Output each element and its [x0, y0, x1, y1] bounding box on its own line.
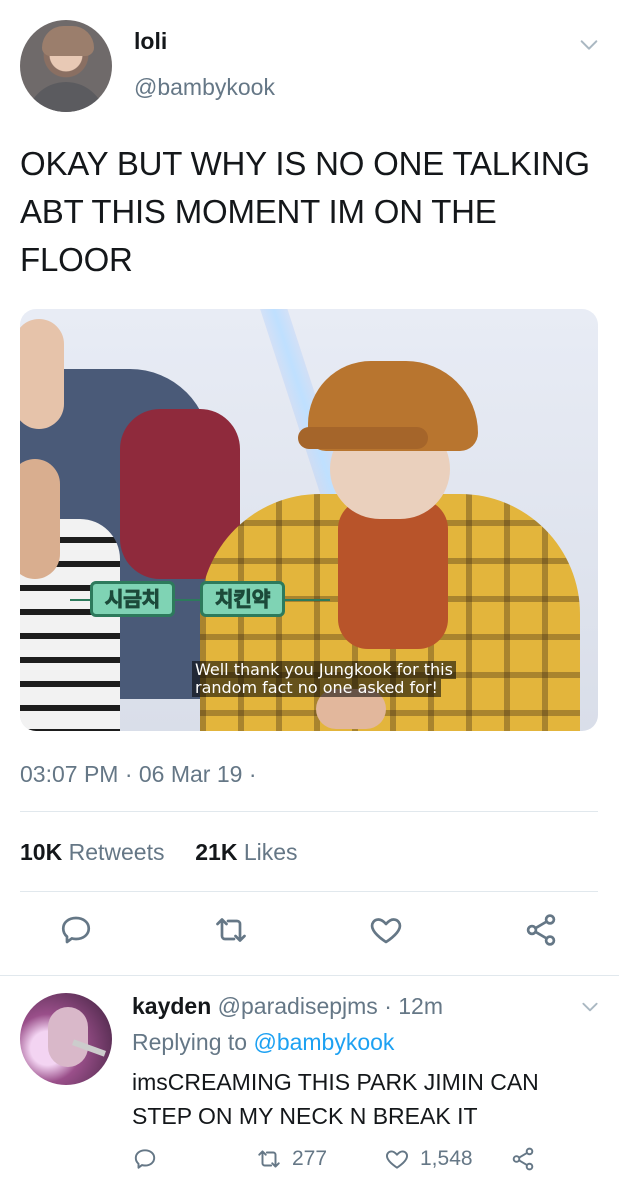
avatar-hair	[42, 26, 94, 56]
background-face	[20, 319, 64, 429]
tweet-stats: 10K Retweets 21K Likes	[20, 839, 298, 866]
likes-stat[interactable]: 21K Likes	[195, 839, 297, 865]
subtitle-line: random fact no one asked for!	[192, 679, 441, 697]
avatar[interactable]	[20, 20, 112, 112]
avatar-shirt	[26, 82, 106, 112]
reply-icon[interactable]	[132, 1144, 168, 1174]
like-button[interactable]: 1,548	[384, 1144, 473, 1174]
avatar[interactable]	[20, 993, 112, 1085]
reply-author-line: kayden @paradisepjms · 12m	[132, 993, 443, 1020]
user-handle[interactable]: @paradisepjms	[218, 993, 378, 1019]
replying-to-link[interactable]: @bambykook	[253, 1029, 394, 1055]
divider	[20, 811, 598, 812]
reply-time: · 12m	[384, 993, 443, 1019]
tweet-header: loli @bambykook	[20, 20, 600, 116]
heart-icon	[386, 1150, 408, 1169]
retweet-count: 277	[292, 1147, 328, 1170]
caption-tag-right: 치킨약	[200, 581, 286, 617]
avatar-figure	[48, 1007, 88, 1067]
turtleneck	[338, 499, 448, 649]
chevron-down-icon[interactable]	[578, 34, 600, 56]
retweet-icon[interactable]	[213, 912, 249, 948]
video-subtitle: Well thank you Jungkook for this random …	[192, 661, 456, 697]
share-icon[interactable]	[510, 1144, 546, 1174]
display-name[interactable]: kayden	[132, 993, 211, 1019]
user-handle[interactable]: @bambykook	[134, 74, 275, 101]
tweet-text: OKAY BUT WHY IS NO ONE TALKING ABT THIS …	[20, 145, 590, 278]
cap-brim	[298, 427, 428, 449]
reply-icon[interactable]	[58, 912, 94, 948]
like-count: 1,548	[420, 1147, 473, 1170]
display-name[interactable]: loli	[134, 28, 167, 55]
tweet-timestamp[interactable]: 03:07 PM · 06 Mar 19 ·	[20, 761, 257, 788]
share-icon[interactable]	[523, 912, 559, 948]
reply-text: imsCREAMING THIS PARK JIMIN CAN STEP ON …	[132, 1069, 539, 1129]
heart-icon[interactable]	[368, 912, 404, 948]
retweets-stat[interactable]: 10K Retweets	[20, 839, 164, 865]
chevron-down-icon[interactable]	[580, 997, 600, 1017]
retweet-icon	[258, 1150, 280, 1168]
foreground-face	[20, 459, 60, 579]
divider	[20, 891, 598, 892]
tweet-media-image[interactable]: 시금치 치킨약 Well thank you Jungkook for this…	[20, 309, 598, 731]
retweet-button[interactable]: 277	[256, 1144, 327, 1174]
caption-tag-left: 시금치	[90, 581, 176, 617]
subtitle-line: Well thank you Jungkook for this	[192, 661, 456, 679]
replying-to-line: Replying to @bambykook	[132, 1029, 395, 1055]
divider	[0, 975, 619, 976]
